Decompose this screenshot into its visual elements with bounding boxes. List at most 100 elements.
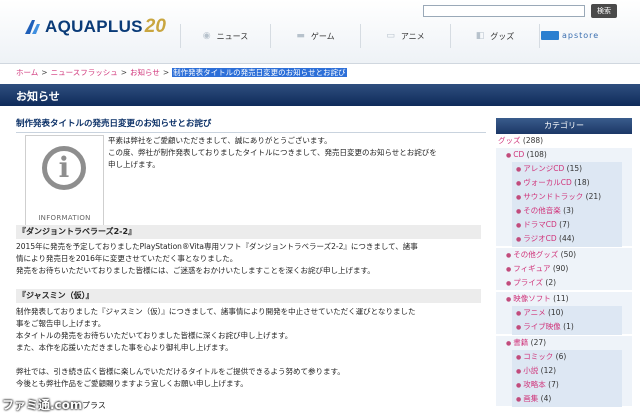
watermark-logo: ファミ通.com: [2, 398, 83, 412]
category-link[interactable]: CD: [513, 150, 524, 159]
nav-item-label: アニメ: [400, 31, 425, 41]
category-item[interactable]: ● ライブ映像 (1): [496, 320, 632, 335]
category-count: (12): [540, 366, 557, 375]
nav-item-label: ニュース: [216, 31, 249, 41]
body-line: 情により発売日を2016年に変更させていただく事となりました。: [16, 254, 238, 263]
category-link[interactable]: 攻略本: [523, 380, 546, 389]
category-item[interactable]: ● 小説 (12): [496, 364, 632, 379]
category-item[interactable]: ● 画集 (4): [496, 392, 632, 407]
category-item[interactable]: ● ヴォーカルCD (18): [496, 176, 632, 191]
nav-item-news[interactable]: ◉ ニュース: [180, 24, 270, 48]
body-line: 今後とも弊社作品をご愛顧賜りますよう宜しくお願い申し上げます。: [16, 379, 248, 388]
breadcrumb-home[interactable]: ホーム: [16, 68, 38, 77]
apstore-link[interactable]: apstore: [541, 31, 599, 40]
article-intro: 平素は弊社をご愛顧いただきまして、誠にありがとうございます。 この度、弊社が制作…: [108, 135, 478, 171]
category-item[interactable]: ● ドラマCD (7): [496, 218, 632, 233]
bag-icon: ◧: [475, 31, 485, 41]
category-subgroup: ● 書籍 (27) ● コミック (6) ● 小説 (12) ● 攻略本 (7) ● 画集…: [496, 336, 632, 407]
apstore-icon: [541, 31, 559, 40]
category-count: (44): [559, 234, 575, 243]
aquaplus-logo-icon: [25, 20, 40, 34]
category-item[interactable]: ● 映像ソフト (11): [496, 292, 632, 306]
search-input[interactable]: [423, 5, 585, 17]
site-header: AQUAPLUS 20 検索 ◉ ニュース ▬ ゲーム ▭ アニメ ◧ グッズ …: [0, 0, 640, 64]
category-item[interactable]: ● CD (108): [496, 148, 632, 162]
site-logo[interactable]: AQUAPLUS 20: [24, 16, 166, 38]
nav-item-goods[interactable]: ◧ グッズ: [450, 24, 540, 48]
category-count: (21): [585, 192, 602, 201]
nav-item-game[interactable]: ▬ ゲーム: [270, 24, 360, 48]
bullet-icon: ●: [506, 152, 512, 159]
category-link[interactable]: その他グッズ: [513, 250, 558, 259]
rss-icon: ◉: [202, 31, 211, 41]
gamepad-icon: ▬: [296, 31, 305, 41]
category-item[interactable]: ● その他音楽 (3): [496, 204, 632, 219]
category-item[interactable]: グッズ (288): [496, 134, 632, 148]
category-link[interactable]: ドラマCD: [523, 220, 557, 229]
category-item[interactable]: ● サウンドトラック (21): [496, 190, 632, 205]
category-item[interactable]: ● 書籍 (27): [496, 336, 632, 350]
logo-anniversary-badge: 20: [144, 16, 166, 37]
bullet-icon: ●: [516, 354, 522, 361]
category-link[interactable]: グッズ: [498, 136, 521, 145]
bullet-icon: ●: [516, 166, 522, 173]
body-line: 制作発表しておりました『ジャスミン（仮）』につきまして、諸事情により開発を中止さ…: [16, 307, 416, 316]
category-link[interactable]: 小説: [523, 366, 538, 375]
category-count: (1): [563, 322, 574, 331]
body-line: 2015年に発売を予定しておりましたPlayStation®Vita専用ソフト『…: [16, 242, 418, 251]
bullet-icon: ●: [506, 266, 512, 273]
category-item[interactable]: ● その他グッズ (50): [496, 248, 632, 262]
breadcrumb-newsflash[interactable]: ニュースフラッシュ: [51, 68, 118, 77]
category-link[interactable]: アレンジCD: [523, 164, 564, 173]
bullet-icon: ●: [516, 194, 522, 201]
category-heading: カテゴリー: [496, 118, 632, 134]
bullet-icon: ●: [516, 396, 522, 403]
body-line: また、本作を応援いただきました事を心より御礼申し上げます。: [16, 343, 233, 352]
section-heading: 『ダンジョントラベラーズ2-2』: [16, 225, 481, 239]
category-list: グッズ (288) ● CD (108) ● アレンジCD (15) ● ヴォーカルC…: [496, 134, 632, 407]
body-line: 弊社では、引き続き広く皆様に楽しんでいただけるタイトルをご提供できるよう努めて参…: [16, 367, 345, 376]
info-image-label: INFORMATION: [38, 214, 91, 222]
category-item[interactable]: ● プライズ (2): [496, 276, 632, 290]
category-count: (7): [559, 220, 570, 229]
category-link[interactable]: 画集: [523, 394, 538, 403]
info-icon-glyph: i: [58, 151, 70, 184]
category-link[interactable]: ラジオCD: [523, 234, 556, 243]
category-count: (4): [540, 394, 552, 403]
nav-item-label: ゲーム: [310, 31, 335, 41]
bullet-icon: ●: [516, 222, 522, 229]
nav-item-anime[interactable]: ▭ アニメ: [360, 24, 450, 48]
category-count: (11): [553, 294, 569, 303]
category-link[interactable]: その他音楽: [523, 206, 561, 215]
category-link[interactable]: サウンドトラック: [523, 192, 583, 201]
information-image: i INFORMATION: [25, 135, 104, 230]
category-item[interactable]: ● コミック (6): [496, 350, 632, 365]
breadcrumb-current: 制作発表タイトルの発売日変更のお知らせとお詫び: [172, 68, 347, 77]
tv-icon: ▭: [386, 31, 395, 41]
bullet-icon: ●: [506, 340, 512, 347]
category-item[interactable]: ● 攻略本 (7): [496, 378, 632, 393]
bullet-icon: ●: [516, 310, 522, 317]
category-item[interactable]: ● アニメ (10): [496, 306, 632, 321]
bullet-icon: ●: [516, 180, 522, 187]
category-link[interactable]: アニメ: [523, 308, 545, 317]
category-item[interactable]: ● フィギュア (90): [496, 262, 632, 276]
breadcrumb-separator: >: [162, 68, 170, 77]
bullet-icon: ●: [506, 296, 512, 303]
category-link[interactable]: 書籍: [513, 338, 528, 347]
category-count: (27): [530, 338, 547, 347]
bullet-icon: ●: [506, 280, 512, 287]
breadcrumb-notice[interactable]: お知らせ: [130, 68, 160, 77]
search-button[interactable]: 検索: [591, 4, 617, 18]
category-link[interactable]: ライブ映像: [523, 322, 561, 331]
category-link[interactable]: 映像ソフト: [513, 294, 551, 303]
category-sidebar: カテゴリー グッズ (288) ● CD (108) ● アレンジCD (15) ●…: [496, 118, 632, 408]
category-link[interactable]: コミック: [523, 352, 553, 361]
bullet-icon: ●: [516, 324, 522, 331]
category-link[interactable]: プライズ: [513, 278, 543, 287]
category-link[interactable]: ヴォーカルCD: [523, 178, 572, 187]
category-item[interactable]: ● ラジオCD (44): [496, 232, 632, 247]
body-line: 事をご報告申し上げます。: [16, 319, 106, 328]
category-item[interactable]: ● アレンジCD (15): [496, 162, 632, 177]
category-link[interactable]: フィギュア: [513, 264, 550, 273]
